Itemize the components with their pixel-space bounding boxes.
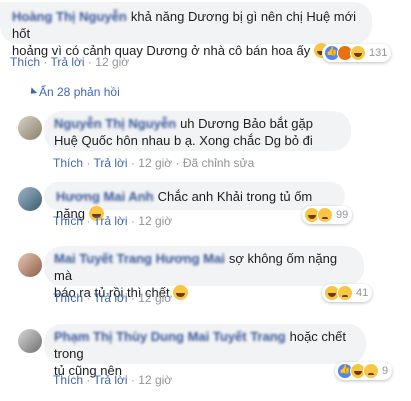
reply-bubble: Mai Tuyết Trang Hương Mai sợ không ốm nặn… xyxy=(44,246,364,300)
top-comment-reactions[interactable]: 131 xyxy=(322,44,392,62)
collapse-arrow-icon xyxy=(27,87,38,97)
like-button[interactable]: Thích xyxy=(53,156,83,170)
laughing-emoji-icon xyxy=(173,285,189,300)
reaction-count: 131 xyxy=(369,47,388,59)
like-button[interactable]: Thích xyxy=(10,55,40,69)
reply-author[interactable]: Phạm Thị Thùy Dung Mai Tuyết Trang xyxy=(54,329,286,344)
hide-replies-link[interactable]: Ẩn 28 phản hồi xyxy=(27,85,120,99)
reply-button[interactable]: Trả lời xyxy=(93,373,127,387)
like-button[interactable]: Thích xyxy=(53,291,83,305)
reply-bubble: Hương Mai Anh Chắc anh Khải trong tủ ốm n… xyxy=(44,182,345,221)
reply-button[interactable]: Trả lời xyxy=(93,156,127,170)
timestamp[interactable]: 12 giờ xyxy=(95,55,129,69)
avatar[interactable] xyxy=(18,187,42,211)
avatar[interactable] xyxy=(18,329,42,353)
like-button[interactable]: Thích xyxy=(53,214,83,228)
avatar[interactable] xyxy=(18,253,42,277)
reply-bubble: Phạm Thị Thùy Dung Mai Tuyết Trang hoặc c… xyxy=(44,324,366,378)
sad-reaction-icon xyxy=(317,207,333,223)
sad-reaction-icon xyxy=(337,285,353,301)
reply-reactions[interactable]: 9 xyxy=(335,362,393,380)
timestamp[interactable]: 12 giờ xyxy=(138,156,172,170)
edited-label[interactable]: Đã chỉnh sửa xyxy=(183,156,254,170)
reply-button[interactable]: Trả lời xyxy=(50,55,84,69)
reply-actions: Thích · Trả lời · 12 giờ xyxy=(53,214,173,228)
timestamp[interactable]: 12 giờ xyxy=(138,373,172,387)
top-comment-actions: Thích · Trả lời · 12 giờ xyxy=(10,55,130,69)
reply-button[interactable]: Trả lời xyxy=(93,214,127,228)
reply-author[interactable]: Nguyễn Thị Nguyễn xyxy=(54,116,176,131)
reply-reactions[interactable]: 41 xyxy=(322,284,373,302)
avatar[interactable] xyxy=(18,116,42,140)
top-comment-bubble: Hoàng Thị Nguyễn khả năng Dương bị gì nên… xyxy=(0,2,372,58)
sad-reaction-icon xyxy=(363,363,379,379)
reply-actions: Thích · Trả lời · 12 giờ xyxy=(53,291,173,305)
reply-actions: Thích · Trả lời · 12 giờ · Đã chỉnh sửa xyxy=(53,156,255,170)
haha-reaction-icon xyxy=(350,45,366,61)
reply-actions: Thích · Trả lời · 12 giờ xyxy=(53,373,173,387)
reply-author[interactable]: Hương Mai Anh xyxy=(56,189,154,204)
comment-author[interactable]: Hoàng Thị Nguyễn xyxy=(12,9,127,24)
reply-author[interactable]: Mai Tuyết Trang Hương Mai xyxy=(54,251,225,266)
reply-reactions[interactable]: 99 xyxy=(302,206,353,224)
reply-bubble: Nguyễn Thị Nguyễn uh Dương Bảo bắt gặp Hu… xyxy=(44,111,351,151)
timestamp[interactable]: 12 giờ xyxy=(138,291,172,305)
timestamp[interactable]: 12 giờ xyxy=(138,214,172,228)
like-button[interactable]: Thích xyxy=(53,373,83,387)
reply-button[interactable]: Trả lời xyxy=(93,291,127,305)
